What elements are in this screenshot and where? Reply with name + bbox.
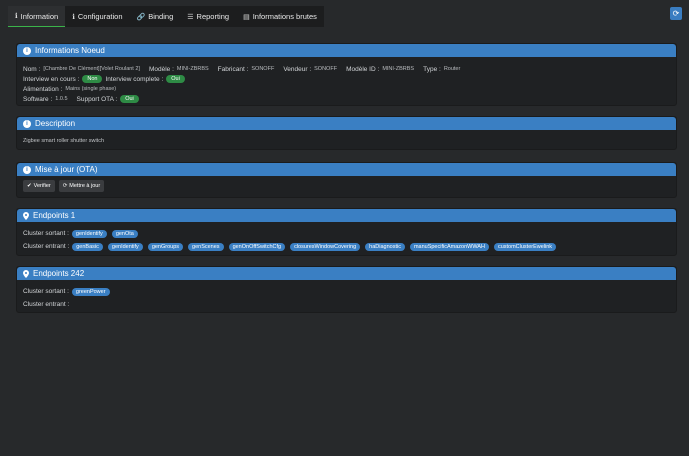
panel-title: Informations Noeud — [35, 46, 105, 55]
vendeur-value: SONOFF — [314, 66, 338, 72]
endpoint-1-panel: Endpoints 1 Cluster sortant : genIdentif… — [16, 208, 677, 256]
panel-header: i Mise à jour (OTA) — [17, 163, 676, 176]
cluster-chip: genOnOffSwitchCfg — [228, 242, 286, 251]
tab-reporting[interactable]: ☰ Reporting — [180, 6, 237, 27]
panel-header: Endpoints 242 — [17, 267, 676, 280]
map-marker-icon — [23, 269, 29, 278]
type-label: Type : — [423, 65, 441, 73]
refresh-icon: ⟳ — [672, 9, 680, 18]
check-icon: ✔ — [27, 183, 32, 189]
ota-panel: i Mise à jour (OTA) ✔ Verifier ⟳ Mettre … — [16, 162, 677, 198]
software-label: Software : — [23, 95, 53, 103]
ota-support-badge: Oui — [120, 95, 139, 103]
cluster-chip: customClusterEwelink — [493, 242, 557, 251]
modele-value: MINI-ZBRBS — [176, 66, 209, 72]
map-marker-icon — [23, 211, 29, 220]
panel-header: Endpoints 1 — [17, 209, 676, 222]
software-value: 1.0.5 — [55, 96, 68, 102]
tab-information[interactable]: ℹ Information — [8, 6, 66, 27]
alimentation-value: Mains (single phase) — [65, 86, 117, 92]
interview-complete-badge: Oui — [166, 75, 185, 83]
tab-informations-brutes[interactable]: ▤ Informations brutes — [236, 6, 324, 27]
panel-header: i Informations Noeud — [17, 44, 676, 57]
modele-id-value: MINI-ZBRBS — [382, 66, 415, 72]
panel-title: Mise à jour (OTA) — [35, 165, 98, 174]
verify-button[interactable]: ✔ Verifier — [23, 180, 55, 192]
link-icon: 🔗 — [136, 13, 146, 21]
info-circle-icon: i — [23, 165, 31, 174]
endpoint-242-panel: Endpoints 242 Cluster sortant : greenPow… — [16, 266, 677, 313]
cluster-chip: genScenes — [188, 242, 224, 251]
info-icon: ℹ — [15, 13, 18, 20]
cluster-chip: genIdentify — [71, 229, 107, 238]
cluster-chip: genGroups — [147, 242, 184, 251]
description-panel: i Description Zigbee smart roller shutte… — [16, 116, 677, 150]
info-icon: ℹ — [72, 13, 75, 21]
modele-id-label: Modèle ID : — [346, 65, 380, 73]
cluster-sortant-label: Cluster sortant : — [23, 288, 69, 295]
refresh-icon: ⟳ — [62, 183, 68, 189]
table-icon: ▤ — [243, 13, 250, 21]
panel-title: Endpoints 1 — [33, 211, 76, 220]
interview-label: Interview en cours : — [23, 75, 80, 83]
nom-label: Nom : — [23, 65, 41, 73]
refresh-button[interactable]: ⟳ — [670, 7, 682, 20]
panel-header: i Description — [17, 117, 676, 130]
interview-complete-label: Interview complete : — [105, 75, 164, 83]
tab-binding[interactable]: 🔗 Binding — [129, 6, 181, 27]
cluster-entrant-label: Cluster entrant : — [23, 301, 70, 308]
ota-support-label: Support OTA : — [76, 95, 118, 103]
cluster-chip: greenPower — [71, 287, 110, 296]
info-circle-icon: i — [23, 119, 31, 128]
fabricant-label: Fabricant : — [217, 65, 249, 73]
cluster-chip: genIdentify — [107, 242, 143, 251]
node-info-panel: i Informations Noeud Nom : [Chambre De C… — [16, 43, 677, 106]
panel-title: Endpoints 242 — [33, 269, 85, 278]
info-circle-icon: i — [23, 46, 31, 55]
type-value: Router — [443, 66, 461, 72]
cluster-sortant-label: Cluster sortant : — [23, 230, 69, 237]
tab-bar: ℹ Information ℹ Configuration 🔗 Binding … — [8, 6, 324, 27]
cluster-chip: genBasic — [72, 242, 103, 251]
cluster-chip: manuSpecificAmazonWWAH — [409, 242, 489, 251]
fabricant-value: SONOFF — [251, 66, 275, 72]
panel-title: Description — [35, 119, 76, 128]
update-button[interactable]: ⟳ Mettre à jour — [58, 180, 105, 192]
nom-value: [Chambre De Clément][Volet Roulant 2] — [43, 66, 140, 72]
modele-label: Modèle : — [148, 65, 174, 73]
vendeur-label: Vendeur : — [283, 65, 312, 73]
tab-configuration[interactable]: ℹ Configuration — [65, 6, 130, 27]
cluster-chip: closuresWindowCovering — [290, 242, 361, 251]
alimentation-label: Alimentation : — [23, 85, 63, 93]
cluster-entrant-label: Cluster entrant : — [23, 243, 70, 250]
list-icon: ☰ — [187, 13, 194, 21]
interview-badge: Non — [82, 75, 103, 83]
cluster-chip: haDiagnostic — [365, 242, 405, 251]
description-text: Zigbee smart roller shutter switch — [23, 138, 104, 144]
cluster-chip: genOta — [111, 229, 138, 238]
